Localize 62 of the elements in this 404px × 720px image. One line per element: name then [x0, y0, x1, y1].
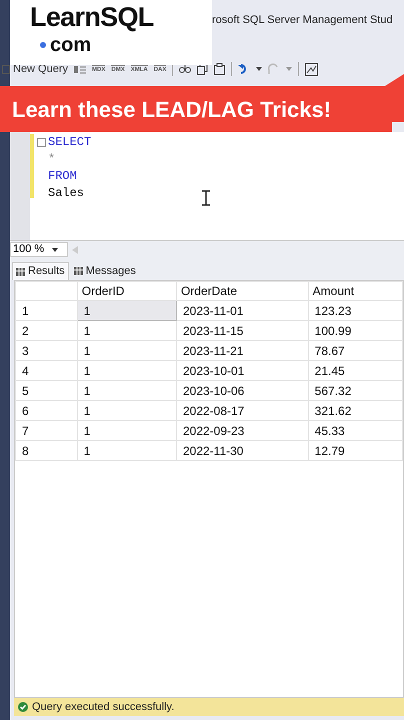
row-number: 6: [16, 400, 78, 420]
list-icon[interactable]: [74, 64, 86, 74]
row-number: 2: [16, 320, 78, 340]
table-cell: 2023-11-21: [176, 340, 308, 360]
code-line: *: [48, 151, 56, 168]
caret-icon[interactable]: [256, 67, 262, 71]
row-number: 5: [16, 380, 78, 400]
table-cell: 1: [77, 300, 176, 320]
text-cursor-icon: [202, 190, 210, 206]
table-cell: 1: [77, 400, 176, 420]
window-title: rosoft SQL Server Management Stud: [212, 13, 393, 28]
logo-text: LearnSQL: [30, 4, 154, 31]
table-cell: 1: [77, 420, 176, 440]
table-cell: 45.33: [308, 420, 402, 440]
table-cell: 2022-08-17: [176, 400, 308, 420]
table-cell: 2023-10-06: [176, 380, 308, 400]
row-number: 3: [16, 340, 78, 360]
results-tab[interactable]: Messages: [70, 262, 139, 280]
table-cell: 2023-10-01: [176, 360, 308, 380]
copy-icon[interactable]: [197, 63, 208, 75]
row-number: 7: [16, 420, 78, 440]
caret-icon: [52, 248, 58, 252]
new-query-button[interactable]: New Query: [2, 60, 68, 78]
change-margin: [30, 134, 34, 198]
column-header[interactable]: OrderID: [77, 282, 176, 300]
row-number: 4: [16, 360, 78, 380]
grid-icon: [16, 268, 25, 276]
table-cell: 1: [77, 440, 176, 460]
link-icon[interactable]: [179, 64, 192, 74]
table-cell: 2023-11-01: [176, 300, 308, 320]
code-line: FROM: [48, 168, 77, 185]
table-cell: 2022-11-30: [176, 440, 308, 460]
table-cell: 100.99: [308, 320, 402, 340]
table-cell: 123.23: [308, 300, 402, 320]
table-cell: 1: [77, 360, 176, 380]
table-cell: 567.32: [308, 380, 402, 400]
success-icon: [18, 702, 28, 712]
column-header[interactable]: Amount: [308, 282, 402, 300]
table-cell: 321.62: [308, 400, 402, 420]
chart-icon[interactable]: [305, 62, 318, 76]
document-icon: [2, 64, 10, 74]
banner-text: Learn these LEAD/LAG Tricks!: [12, 96, 332, 124]
zoom-dropdown[interactable]: 100 %: [10, 242, 68, 257]
code-line: SELECT: [48, 134, 92, 151]
paste-icon[interactable]: [214, 63, 226, 75]
table-cell: 2023-11-15: [176, 320, 308, 340]
table-cell: 21.45: [308, 360, 402, 380]
table-cell: 78.67: [308, 340, 402, 360]
table-cell: 12.79: [308, 440, 402, 460]
table-cell: 1: [77, 320, 176, 340]
table-cell: 2022-09-23: [176, 420, 308, 440]
table-cell: 1: [77, 380, 176, 400]
grid-icon: [74, 267, 83, 275]
status-text: Query executed successfully.: [32, 700, 174, 715]
table-cell: 1: [77, 340, 176, 360]
results-tab[interactable]: Results: [12, 262, 69, 280]
code-line: Sales: [48, 185, 84, 202]
collapse-icon[interactable]: [36, 138, 46, 147]
row-number: 1: [16, 300, 78, 320]
logo-suffix: com: [50, 35, 92, 55]
row-number: 8: [16, 440, 78, 460]
column-header[interactable]: OrderDate: [176, 282, 308, 300]
